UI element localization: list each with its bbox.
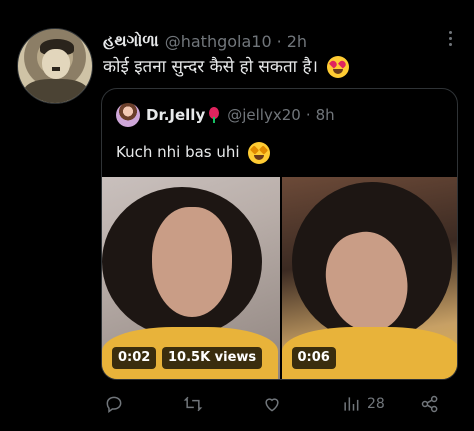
quoted-handle: @jellyx20 <box>227 106 301 124</box>
balloon-icon <box>209 107 221 123</box>
views-count: 28 <box>367 396 385 412</box>
quoted-header: Dr.Jelly @jellyx20 · 8h <box>116 103 335 127</box>
video-thumbnail[interactable]: 0:06 <box>281 177 457 379</box>
more-options-icon[interactable] <box>438 26 462 50</box>
retweet-button[interactable] <box>183 392 203 416</box>
heart-eyes-emoji <box>327 56 350 78</box>
reply-button[interactable] <box>104 392 124 416</box>
quoted-display-name: Dr.Jelly <box>146 106 206 124</box>
quoted-text-content: Kuch nhi bas uhi <box>116 143 240 161</box>
quoted-text: Kuch nhi bas uhi <box>116 141 271 164</box>
video-duration: 0:02 <box>112 347 157 369</box>
like-button[interactable] <box>262 392 282 416</box>
tweet-actions: 28 <box>101 392 458 416</box>
video-thumbnail[interactable]: 0:02 10.5K views <box>102 177 280 379</box>
tweet-text: कोई इतना सुन्दर कैसे हो सकता है। <box>103 56 350 78</box>
quoted-timestamp: 8h <box>315 106 335 124</box>
video-duration: 0:06 <box>291 347 336 369</box>
quoted-tweet[interactable]: Dr.Jelly @jellyx20 · 8h Kuch nhi bas uhi… <box>101 88 458 380</box>
star-struck-emoji <box>248 141 271 164</box>
media-grid: 0:02 10.5K views 0:06 <box>102 177 457 379</box>
separator: · <box>305 106 311 124</box>
like-icon <box>265 398 279 412</box>
share-button[interactable] <box>420 392 440 416</box>
quoted-avatar <box>116 103 140 127</box>
display-name[interactable]: હથગોળા <box>103 31 159 51</box>
video-views: 10.5K views <box>162 347 263 369</box>
avatar[interactable] <box>17 28 93 104</box>
tweet-text-content: कोई इतना सुन्दर कैसे हो सकता है। <box>103 57 318 77</box>
retweet-icon <box>183 396 203 412</box>
timestamp[interactable]: 2h <box>287 32 307 51</box>
separator: · <box>276 31 282 51</box>
share-icon <box>421 395 438 413</box>
reply-icon <box>106 396 122 413</box>
handle[interactable]: @hathgola10 <box>165 32 272 51</box>
tweet-header: હથગોળા @hathgola10 · 2h <box>103 30 307 52</box>
views-button[interactable]: 28 <box>341 392 385 416</box>
views-icon <box>344 397 359 411</box>
